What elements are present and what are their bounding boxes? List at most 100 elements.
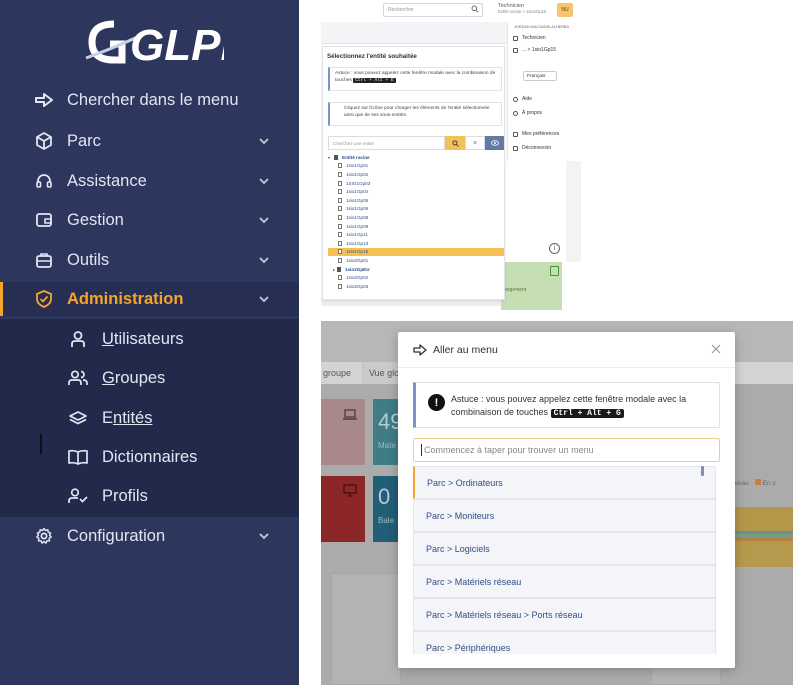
tree-item[interactable]: 1SIO1Gp03 [328, 179, 504, 188]
submenu-utilisateurs[interactable]: Utilisateurs [0, 322, 299, 356]
tree-item[interactable]: 1sio1Gp15 [328, 247, 504, 257]
chart-legend: uveau En c [731, 479, 776, 487]
dropdown-help[interactable]: Aide [513, 96, 532, 102]
modal-title: Sélectionnez l'entité souhaitée [327, 53, 417, 60]
tree-root[interactable]: ▾ Entité racine [328, 153, 504, 162]
chevron-down-icon [259, 217, 269, 224]
arrow-right-icon [34, 90, 54, 110]
sidebar: GLPI Chercher dans le menu Parc Assistan… [0, 0, 299, 685]
user-icon [68, 329, 88, 349]
user-info[interactable]: Technicien Entité racine > 1sio1Gp15 [498, 3, 546, 15]
modal-header: Aller au menu [398, 332, 735, 368]
scrollbar[interactable] [701, 466, 704, 476]
menu-result-item[interactable]: Parc > Moniteurs [413, 499, 716, 532]
tree-item[interactable]: 1sio1Gp02 [328, 170, 504, 179]
tree-root-label: Entité racine [342, 154, 370, 160]
legend-item: En c [762, 480, 776, 487]
tab-groupe[interactable]: groupe [323, 368, 351, 378]
menu-search-input[interactable]: Commencez à taper pour trouver un menu [413, 438, 720, 462]
menu-result-item[interactable]: Parc > Ordinateurs [413, 466, 716, 499]
book-open-icon [68, 447, 88, 467]
language-select[interactable]: Français [523, 71, 557, 81]
submenu-dictionnaires[interactable]: Dictionnaires [0, 440, 299, 474]
eye-icon [490, 140, 499, 146]
menu-result-item[interactable]: Parc > Matériels réseau > Ports réseau [413, 598, 716, 631]
chevron-down-icon [259, 178, 269, 185]
menu-search-placeholder: Commencez à taper pour trouver un menu [424, 445, 594, 455]
submenu-entites[interactable]: Entités [0, 401, 299, 435]
tree-item[interactable]: 1sio2Gp02 [328, 273, 504, 282]
document-icon [338, 249, 342, 255]
submenu-profils[interactable]: Profils [0, 479, 299, 513]
entity-tree: ▾ Entité racine 1sio1Gp01 1sio1Gp02 1SIO1G… [328, 153, 504, 299]
sliders-icon [513, 131, 518, 137]
search-menu-link[interactable]: Chercher dans le menu [0, 83, 299, 117]
tree-item[interactable]: 1sio1Gp11 [328, 230, 504, 239]
wallet-icon [34, 210, 54, 230]
clear-search-button[interactable]: × [465, 136, 485, 150]
glpi-logo[interactable]: GLPI [84, 14, 224, 68]
tree-item[interactable]: 1sio1Gp01 [328, 162, 504, 171]
tree-item[interactable]: 1sio1Gp08 [328, 213, 504, 222]
submenu-groupes[interactable]: Groupes [0, 361, 299, 395]
tree-item-label: 1sio2Gp01 [346, 257, 369, 263]
entity-selector-modal: Sélectionnez l'entité souhaitée Astuce :… [322, 46, 505, 300]
menu-parc[interactable]: Parc [0, 124, 299, 158]
entity-search-button[interactable] [445, 136, 465, 150]
tree-item-label: 1sio2Gp02 [346, 275, 369, 281]
users-icon [68, 368, 88, 388]
toolbar [321, 22, 507, 44]
hint-alert: Astuce : vous pouvez appelez cette fenêt… [328, 67, 502, 91]
chevron-down-icon [259, 296, 269, 303]
tree-item-label: 1sio1Gp13 [346, 240, 369, 246]
dropdown-preferences[interactable]: Mes préférences [513, 131, 559, 137]
menu-gestion[interactable]: Gestion [0, 203, 299, 237]
avatar[interactable]: NU [557, 3, 573, 17]
headset-icon [34, 171, 54, 191]
show-all-button[interactable] [485, 136, 504, 150]
menu-configuration[interactable]: Configuration [0, 519, 299, 553]
global-search-input[interactable]: Rechercher [383, 3, 483, 17]
menu-outils[interactable]: Outils [0, 243, 299, 277]
tree-group[interactable]: ▸ 1sio2GpEU [328, 265, 504, 274]
submenu-groupes-label: roupes [114, 368, 166, 387]
tree-item-label: 1SIO1Gp03 [346, 180, 371, 186]
caret-down-icon: ▾ [328, 154, 331, 160]
tree-item[interactable]: 1sio2Gp01 [328, 256, 504, 265]
folder-icon [334, 154, 338, 160]
document-icon [338, 197, 342, 203]
bar-segment [731, 507, 793, 531]
document-icon [338, 232, 342, 238]
chevron-down-icon [259, 533, 269, 540]
tree-item[interactable]: 1sio1Gp05 [328, 196, 504, 205]
dropdown-about[interactable]: À propos [513, 110, 542, 116]
tree-item[interactable]: 1sio1Gp06 [328, 205, 504, 214]
info-icon[interactable]: i [549, 243, 560, 254]
layers-icon [513, 47, 518, 53]
entity-selector-screenshot: Rechercher Technicien Entité racine > 1s… [321, 0, 581, 310]
menu-result-item[interactable]: Parc > Logiciels [413, 532, 716, 565]
tree-item[interactable]: 1sio2Gp03 [328, 282, 504, 291]
search-icon[interactable] [471, 5, 479, 13]
tree-item[interactable]: 1sio1Gp09 [328, 222, 504, 231]
tree-item[interactable]: 1sio1Gp13 [328, 239, 504, 248]
menu-administration[interactable]: Administration [0, 282, 299, 316]
dropdown-profile[interactable]: Technicien [513, 35, 546, 41]
tree-item[interactable]: 1sio1Gp04 [328, 187, 504, 196]
document-icon [338, 240, 342, 246]
folder-icon [337, 266, 342, 272]
close-icon[interactable] [710, 343, 722, 355]
menu-assistance[interactable]: Assistance [0, 164, 299, 198]
submenu-dictionnaires-accesskey: D [102, 447, 114, 466]
tree-item-label: 1sio1Gp15 [346, 249, 369, 255]
menu-result-item[interactable]: Parc > Périphériques [413, 631, 716, 654]
info-text: Cliquez sur l'icône pour charger les élé… [344, 106, 490, 118]
menu-result-item[interactable]: Parc > Matériels réseau [413, 565, 716, 598]
tree-item-label: 1sio1Gp05 [346, 197, 369, 203]
dropdown-logout[interactable]: Déconnexion [513, 145, 551, 151]
entity-search-input[interactable]: Cherchez une entité [328, 136, 445, 150]
dropdown-entity[interactable]: ... > 1sio1Gp15 [513, 47, 556, 53]
dropdown-help-label: Aide [522, 96, 533, 102]
dashboard-tile [321, 399, 365, 465]
tree-item-label: 1sio1Gp09 [346, 223, 369, 229]
